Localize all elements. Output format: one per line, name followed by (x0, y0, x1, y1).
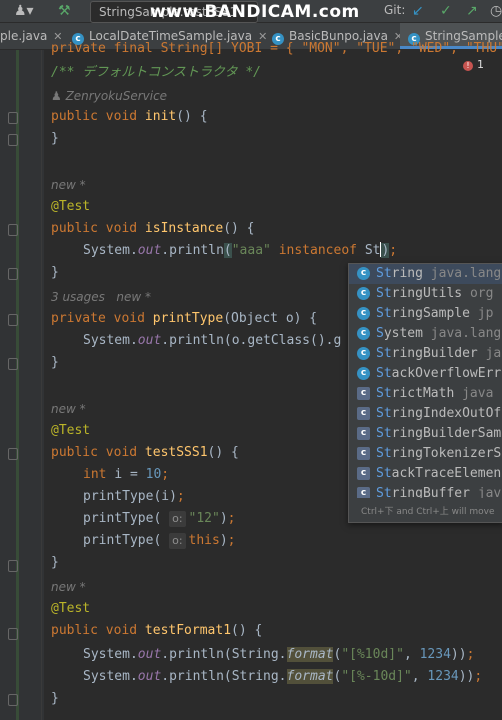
code-line-close-brace[interactable]: } (51, 552, 59, 574)
code-line-field[interactable]: private final String[] YOBI = { "MON", "… (51, 38, 502, 60)
completion-item[interactable]: c StringTokenizerS (349, 444, 502, 464)
fold-marker-icon[interactable] (8, 560, 18, 572)
git-label: Git: (384, 3, 406, 17)
completion-item[interactable]: c StringSample jp (349, 304, 502, 324)
completion-footer-hint: Ctrl+下 and Ctrl+上 will move caret (349, 502, 502, 522)
final-class-icon: c (357, 427, 370, 440)
code-line-isinstance[interactable]: public void isInstance() { (51, 218, 255, 240)
tab-label: ple.java (0, 29, 48, 43)
code-line-printtype-string[interactable]: printType( o: "12"); (83, 508, 236, 530)
class-icon: c (357, 327, 370, 340)
code-line-println-instanceof[interactable]: System.out.println("aaa" instanceof St); (83, 240, 397, 262)
parameter-hint: o: (169, 511, 186, 527)
fold-marker-icon[interactable] (8, 628, 18, 640)
code-completion-popup[interactable]: c String java.lang c StringUtils org c Stri… (348, 263, 502, 523)
completion-item[interactable]: c String java.lang (349, 264, 502, 284)
parameter-hint: o: (169, 533, 186, 549)
fold-marker-icon[interactable] (8, 314, 18, 326)
completion-item[interactable]: c StackOverflowErr (349, 364, 502, 384)
main-toolbar: ♟▾ ⚒ StringSample.testSSS1 www.BANDICAM.… (0, 0, 502, 23)
code-line-close-brace[interactable]: } (51, 128, 59, 150)
code-line-println-getclass[interactable]: System.out.println(o.getClass().g (83, 330, 341, 352)
completion-item[interactable]: c System java.lang (349, 324, 502, 344)
completion-item[interactable]: c StringIndexOutOf (349, 404, 502, 424)
git-update-icon[interactable]: ↙ (412, 2, 424, 20)
code-line-format-2[interactable]: System.out.println(String.format("[%-10d… (83, 666, 482, 688)
completion-item[interactable]: c StrictMath java (349, 384, 502, 404)
new-hint: new * (51, 178, 86, 192)
vcs-change-bar (16, 50, 19, 720)
new-hint: new * (51, 580, 86, 594)
git-push-icon[interactable]: ↗ (466, 2, 478, 20)
code-line-testformat1[interactable]: public void testFormat1() { (51, 620, 262, 642)
code-line-annotation[interactable]: @Test (51, 196, 90, 218)
final-class-icon: c (357, 487, 370, 498)
fold-marker-icon[interactable] (8, 448, 18, 460)
final-class-icon: c (357, 387, 370, 400)
final-class-icon: c (357, 447, 370, 460)
class-icon: c (357, 367, 370, 380)
code-line-annotation[interactable]: @Test (51, 420, 90, 442)
fold-marker-icon[interactable] (8, 268, 18, 280)
editor-gutter[interactable] (0, 50, 44, 720)
code-line-annotation[interactable]: @Test (51, 598, 90, 620)
usages-hint[interactable]: 3 usages new * (51, 286, 151, 308)
code-line-format-1[interactable]: System.out.println(String.format("[%10d]… (83, 644, 474, 666)
completion-item[interactable]: cStringBuffer java (349, 484, 502, 498)
fold-marker-icon[interactable] (8, 694, 18, 706)
code-line-printtype[interactable]: private void printType(Object o) { (51, 308, 317, 330)
git-commit-icon[interactable]: ✓ (440, 2, 452, 20)
code-line-comment[interactable]: /** デフォルトコンストラクタ */ (51, 62, 261, 84)
fold-marker-icon[interactable] (8, 134, 18, 146)
class-icon: c (357, 307, 370, 320)
code-line-printtype-i[interactable]: printType(i); (83, 486, 185, 508)
fold-marker-icon[interactable] (8, 224, 18, 236)
class-icon: c (357, 287, 370, 300)
completion-item[interactable]: c StackTraceElemen (349, 464, 502, 484)
code-line-testsss1[interactable]: public void testSSS1() { (51, 442, 239, 464)
code-line-int-decl[interactable]: int i = 10; (83, 464, 169, 486)
new-hint: new * (51, 402, 86, 416)
code-line-close-brace[interactable]: } (51, 688, 59, 710)
completion-item[interactable]: c StringBuilderSam (349, 424, 502, 444)
gutter-divider (41, 50, 42, 720)
user-icon[interactable]: ♟▾ (14, 2, 34, 20)
git-history-icon[interactable]: ◷ (490, 2, 502, 20)
completion-item[interactable]: cStringBuilder java (349, 344, 502, 364)
code-line-init[interactable]: public void init() { (51, 106, 208, 128)
fold-marker-icon[interactable] (8, 112, 18, 124)
author-hint: ♟ ZenryokuService (51, 89, 168, 103)
fold-marker-icon[interactable] (8, 358, 18, 370)
code-line-close-brace[interactable]: } (51, 262, 59, 284)
final-class-icon: c (357, 467, 370, 480)
recording-watermark: www.BANDICAM.com (150, 2, 360, 22)
final-class-icon: c (357, 407, 370, 420)
build-hammer-icon[interactable]: ⚒ (58, 2, 71, 20)
error-icon: ! (463, 61, 473, 71)
code-line-printtype-this[interactable]: printType( o: this); (83, 530, 236, 552)
code-line-close-brace[interactable]: } (51, 352, 59, 374)
completion-item[interactable]: c StringUtils org (349, 284, 502, 304)
class-icon: c (357, 267, 370, 280)
class-icon: c (357, 347, 370, 360)
